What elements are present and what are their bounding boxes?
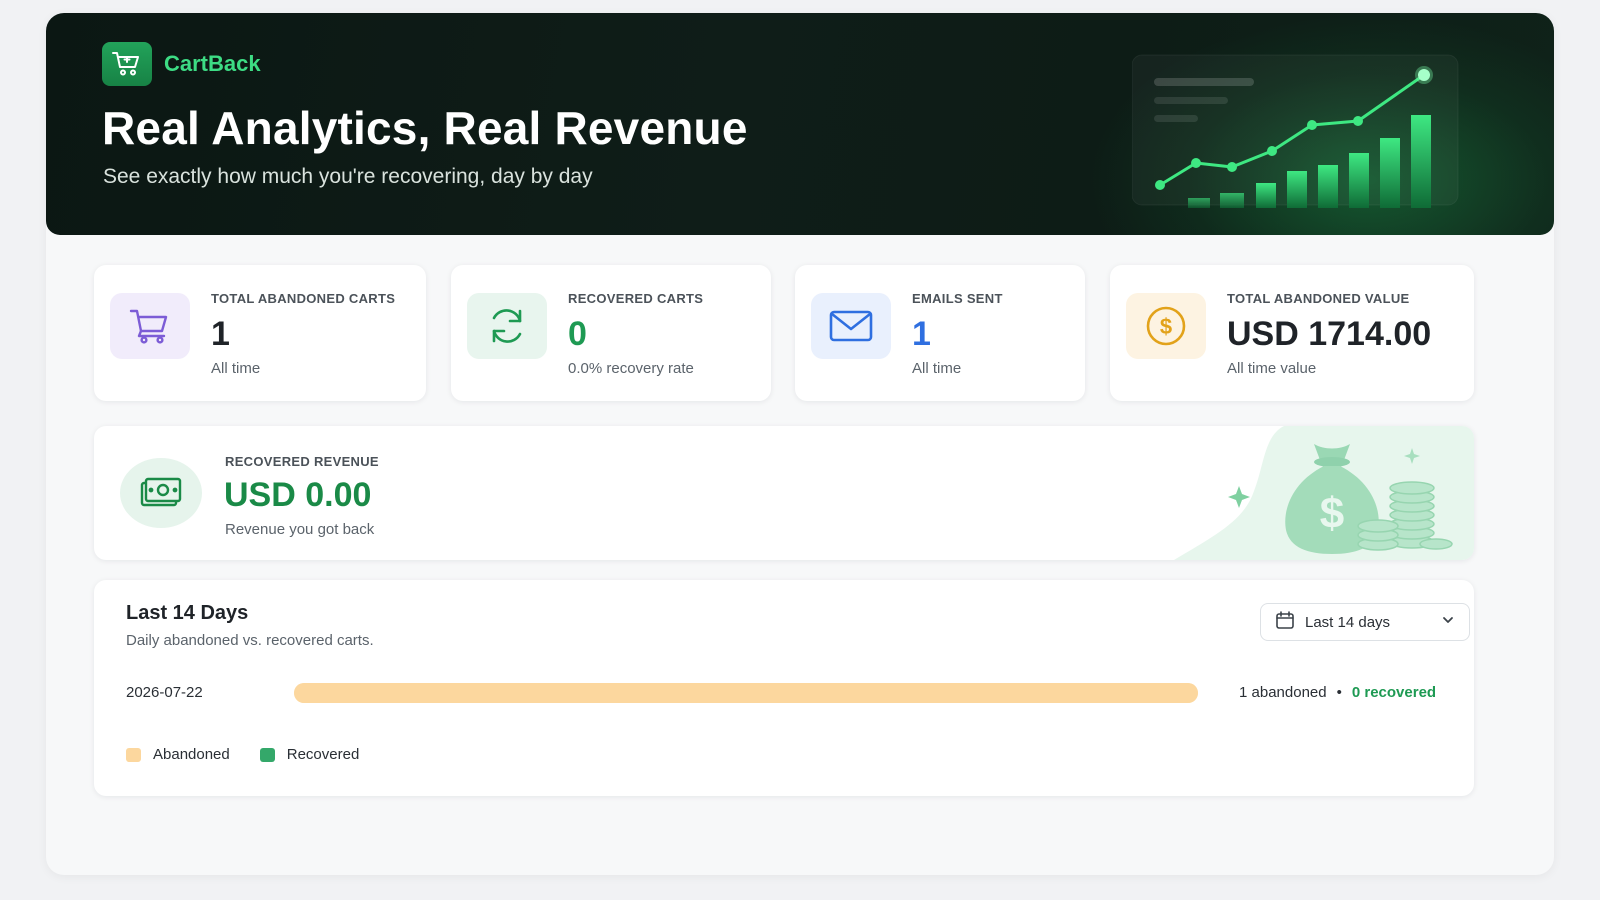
stat-label: EMAILS SENT — [912, 291, 1003, 306]
daily-activity-card: Last 14 Days Daily abandoned vs. recover… — [94, 580, 1474, 796]
legend-swatch-abandoned — [126, 747, 141, 762]
day-row-bar — [294, 683, 1198, 703]
stat-subtext: All time — [912, 360, 962, 377]
stat-value: 0 — [568, 315, 587, 353]
revenue-label: RECOVERED REVENUE — [225, 454, 379, 469]
refresh-icon — [467, 293, 547, 359]
shopping-cart-icon — [110, 293, 190, 359]
legend-label: Abandoned — [153, 746, 230, 763]
chevron-down-icon — [1441, 613, 1455, 631]
section-title: Last 14 Days — [126, 602, 249, 624]
legend-label: Recovered — [286, 746, 360, 763]
shopping-cart-icon — [102, 42, 152, 86]
brand-name: CartBack — [164, 51, 261, 76]
calendar-icon — [1275, 610, 1295, 634]
stat-card-emails-sent: EMAILS SENT 1 All time — [795, 265, 1085, 401]
hero-banner: CartBack Real Analytics, Real Revenue Se… — [46, 13, 1554, 235]
cash-icon — [120, 458, 202, 528]
brand[interactable]: CartBack — [102, 42, 261, 86]
svg-text:$: $ — [1160, 314, 1172, 339]
day-row-date: 2026-07-22 — [126, 684, 203, 701]
section-subtitle: Daily abandoned vs. recovered carts. — [126, 632, 374, 649]
stat-label: TOTAL ABANDONED VALUE — [1227, 291, 1410, 306]
abandoned-bar — [294, 683, 1198, 703]
separator-dot: • — [1336, 684, 1342, 701]
money-bag-illustration: $ — [1174, 426, 1474, 560]
stat-value: 1 — [912, 315, 931, 353]
stat-card-abandoned-carts: TOTAL ABANDONED CARTS 1 All time — [94, 265, 426, 401]
date-range-select[interactable]: Last 14 days — [1260, 603, 1470, 641]
hero-title: Real Analytics, Real Revenue — [102, 102, 748, 154]
dollar-coin-icon: $ — [1126, 293, 1206, 359]
dashboard-panel: CartBack Real Analytics, Real Revenue Se… — [46, 13, 1554, 875]
abandoned-count: 1 abandoned — [1239, 684, 1327, 701]
revenue-value: USD 0.00 — [224, 476, 372, 514]
revenue-subtext: Revenue you got back — [225, 521, 375, 538]
svg-text:$: $ — [1320, 489, 1344, 538]
stat-value: 1 — [211, 315, 230, 353]
legend-item-abandoned: Abandoned — [126, 746, 230, 763]
hero-subtitle: See exactly how much you're recovering, … — [103, 165, 593, 188]
legend-swatch-recovered — [259, 747, 275, 762]
stat-subtext: All time value — [1227, 360, 1317, 377]
stat-value: USD 1714.00 — [1227, 315, 1432, 353]
stat-label: TOTAL ABANDONED CARTS — [211, 291, 396, 306]
mail-icon — [811, 293, 891, 359]
legend-item-recovered: Recovered — [259, 746, 360, 763]
stat-card-recovered-carts: RECOVERED CARTS 0 0.0% recovery rate — [451, 265, 771, 401]
stat-label: RECOVERED CARTS — [568, 291, 704, 306]
stat-card-abandoned-value: $ TOTAL ABANDONED VALUE USD 1714.00 All … — [1110, 265, 1474, 401]
stat-subtext: 0.0% recovery rate — [568, 360, 694, 377]
recovered-revenue-card: RECOVERED REVENUE USD 0.00 Revenue you g… — [94, 426, 1474, 560]
date-range-value: Last 14 days — [1305, 613, 1391, 631]
chart-legend: Abandoned Recovered — [126, 746, 359, 763]
growth-chart-illustration — [1132, 54, 1459, 208]
day-row-stats: 1 abandoned • 0 recovered — [1239, 684, 1436, 701]
recovered-count: 0 recovered — [1351, 684, 1437, 701]
stat-subtext: All time — [211, 360, 261, 377]
